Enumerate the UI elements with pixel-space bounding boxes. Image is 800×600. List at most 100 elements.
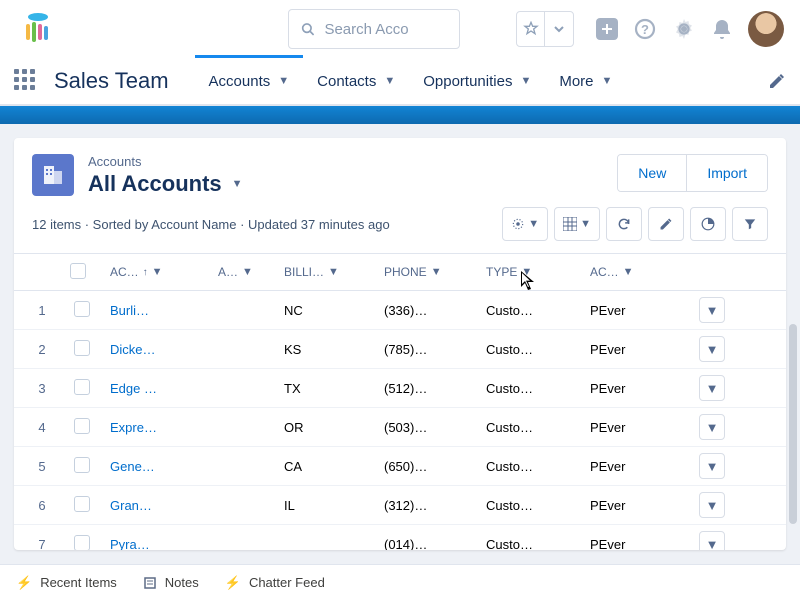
global-header: ? <box>0 0 800 58</box>
help-icon[interactable]: ? <box>634 18 656 40</box>
app-launcher-icon[interactable] <box>14 69 38 93</box>
cell-type: Custo… <box>482 303 586 318</box>
note-icon <box>143 576 157 590</box>
row-actions-button[interactable]: ▼ <box>699 375 725 401</box>
row-actions-button[interactable]: ▼ <box>699 336 725 362</box>
cell-type: Custo… <box>482 498 586 513</box>
display-as-button[interactable]: ▼ <box>554 207 600 241</box>
row-checkbox[interactable] <box>74 301 90 317</box>
search-input[interactable] <box>324 21 447 38</box>
table-header: AC…↑▼ A…▼ BILLI…▼ PHONE▼ TYPE▼ AC…▼ <box>14 253 786 291</box>
column-type[interactable]: TYPE▼ <box>482 265 586 279</box>
pie-chart-icon <box>701 217 715 231</box>
cell-phone: (785)… <box>380 342 482 357</box>
account-link[interactable]: Expre… <box>110 420 157 435</box>
cell-state: TX <box>280 381 380 396</box>
cell-owner: PEver <box>586 420 682 435</box>
select-all-checkbox[interactable] <box>70 263 86 279</box>
chevron-down-icon: ▼ <box>384 75 395 87</box>
table-row: 7Pyra…(014)…Custo…PEver▼ <box>14 525 786 550</box>
row-actions-button[interactable]: ▼ <box>699 492 725 518</box>
tab-accounts[interactable]: Accounts▼ <box>195 57 304 105</box>
lightning-icon: ⚡ <box>225 575 241 591</box>
table-row: 6Gran…IL(312)…Custo…PEver▼ <box>14 486 786 525</box>
inline-edit-button[interactable] <box>648 207 684 241</box>
utility-recent-items[interactable]: ⚡Recent Items <box>16 575 117 591</box>
scrollbar[interactable] <box>789 324 797 524</box>
tab-contacts[interactable]: Contacts▼ <box>303 57 409 105</box>
cell-state: NC <box>280 303 380 318</box>
list-view-card: Accounts All Accounts▼ New Import 12 ite… <box>14 138 786 550</box>
account-link[interactable]: Edge … <box>110 381 157 396</box>
column-account-name[interactable]: AC…↑▼ <box>106 265 214 279</box>
new-button[interactable]: New <box>618 155 687 191</box>
account-link[interactable]: Gran… <box>110 498 152 513</box>
row-actions-button[interactable]: ▼ <box>699 453 725 479</box>
table-row: 2Dicke…KS(785)…Custo…PEver▼ <box>14 330 786 369</box>
chevron-down-icon: ▼ <box>602 75 613 87</box>
gear-icon <box>511 217 525 231</box>
row-actions-button[interactable]: ▼ <box>699 297 725 323</box>
cell-state: OR <box>280 420 380 435</box>
setup-icon[interactable] <box>672 17 696 41</box>
notifications-icon[interactable] <box>712 18 732 40</box>
chevron-down-icon: ▼ <box>520 75 531 87</box>
cell-type: Custo… <box>482 420 586 435</box>
context-banner <box>0 106 800 124</box>
edit-nav-icon[interactable] <box>768 72 786 90</box>
cell-phone: (512)… <box>380 381 482 396</box>
cell-phone: (312)… <box>380 498 482 513</box>
row-checkbox[interactable] <box>74 379 90 395</box>
account-link[interactable]: Burli… <box>110 303 149 318</box>
utility-bar: ⚡Recent Items Notes ⚡Chatter Feed <box>0 564 800 600</box>
tab-more[interactable]: More▼ <box>545 57 626 105</box>
cell-state: KS <box>280 342 380 357</box>
sort-asc-icon: ↑ <box>143 267 148 278</box>
column-phone[interactable]: PHONE▼ <box>380 265 482 279</box>
list-settings-button[interactable]: ▼ <box>502 207 548 241</box>
nav-bar: Sales Team Accounts▼ Contacts▼ Opportuni… <box>0 58 800 106</box>
object-label: Accounts <box>88 154 603 169</box>
utility-notes[interactable]: Notes <box>143 575 199 590</box>
column-billing-state[interactable]: BILLI…▼ <box>280 265 380 279</box>
row-checkbox[interactable] <box>74 535 90 550</box>
app-name: Sales Team <box>54 68 169 94</box>
utility-chatter[interactable]: ⚡Chatter Feed <box>225 575 325 591</box>
cell-owner: PEver <box>586 303 682 318</box>
row-actions-button[interactable]: ▼ <box>699 531 725 550</box>
filter-button[interactable] <box>732 207 768 241</box>
chevron-down-icon: ▼ <box>278 75 289 87</box>
chevron-down-icon <box>545 12 573 46</box>
refresh-button[interactable] <box>606 207 642 241</box>
account-link[interactable]: Gene… <box>110 459 155 474</box>
favorites-button[interactable] <box>516 11 574 47</box>
cell-phone: (014)… <box>380 537 482 550</box>
column-owner[interactable]: AC…▼ <box>586 265 682 279</box>
add-button[interactable] <box>596 18 618 40</box>
pencil-icon <box>659 217 673 231</box>
star-icon <box>517 12 545 46</box>
list-view-title[interactable]: All Accounts▼ <box>88 171 603 197</box>
row-checkbox[interactable] <box>74 457 90 473</box>
lightning-icon: ⚡ <box>16 575 32 591</box>
cell-state: IL <box>280 498 380 513</box>
account-link[interactable]: Dicke… <box>110 342 156 357</box>
user-avatar[interactable] <box>748 11 784 47</box>
row-actions-button[interactable]: ▼ <box>699 414 725 440</box>
import-button[interactable]: Import <box>687 155 767 191</box>
column-a[interactable]: A…▼ <box>214 265 280 279</box>
global-search[interactable] <box>288 9 460 49</box>
account-object-icon <box>32 154 74 196</box>
row-checkbox[interactable] <box>74 496 90 512</box>
page-body: Accounts All Accounts▼ New Import 12 ite… <box>0 124 800 564</box>
row-checkbox[interactable] <box>74 340 90 356</box>
chart-button[interactable] <box>690 207 726 241</box>
account-link[interactable]: Pyra… <box>110 537 150 550</box>
cell-owner: PEver <box>586 342 682 357</box>
tab-opportunities[interactable]: Opportunities▼ <box>409 57 545 105</box>
chevron-down-icon: ▼ <box>232 178 243 190</box>
table-row: 4Expre…OR(503)…Custo…PEver▼ <box>14 408 786 447</box>
refresh-icon <box>617 217 631 231</box>
row-number: 7 <box>14 537 70 550</box>
row-checkbox[interactable] <box>74 418 90 434</box>
